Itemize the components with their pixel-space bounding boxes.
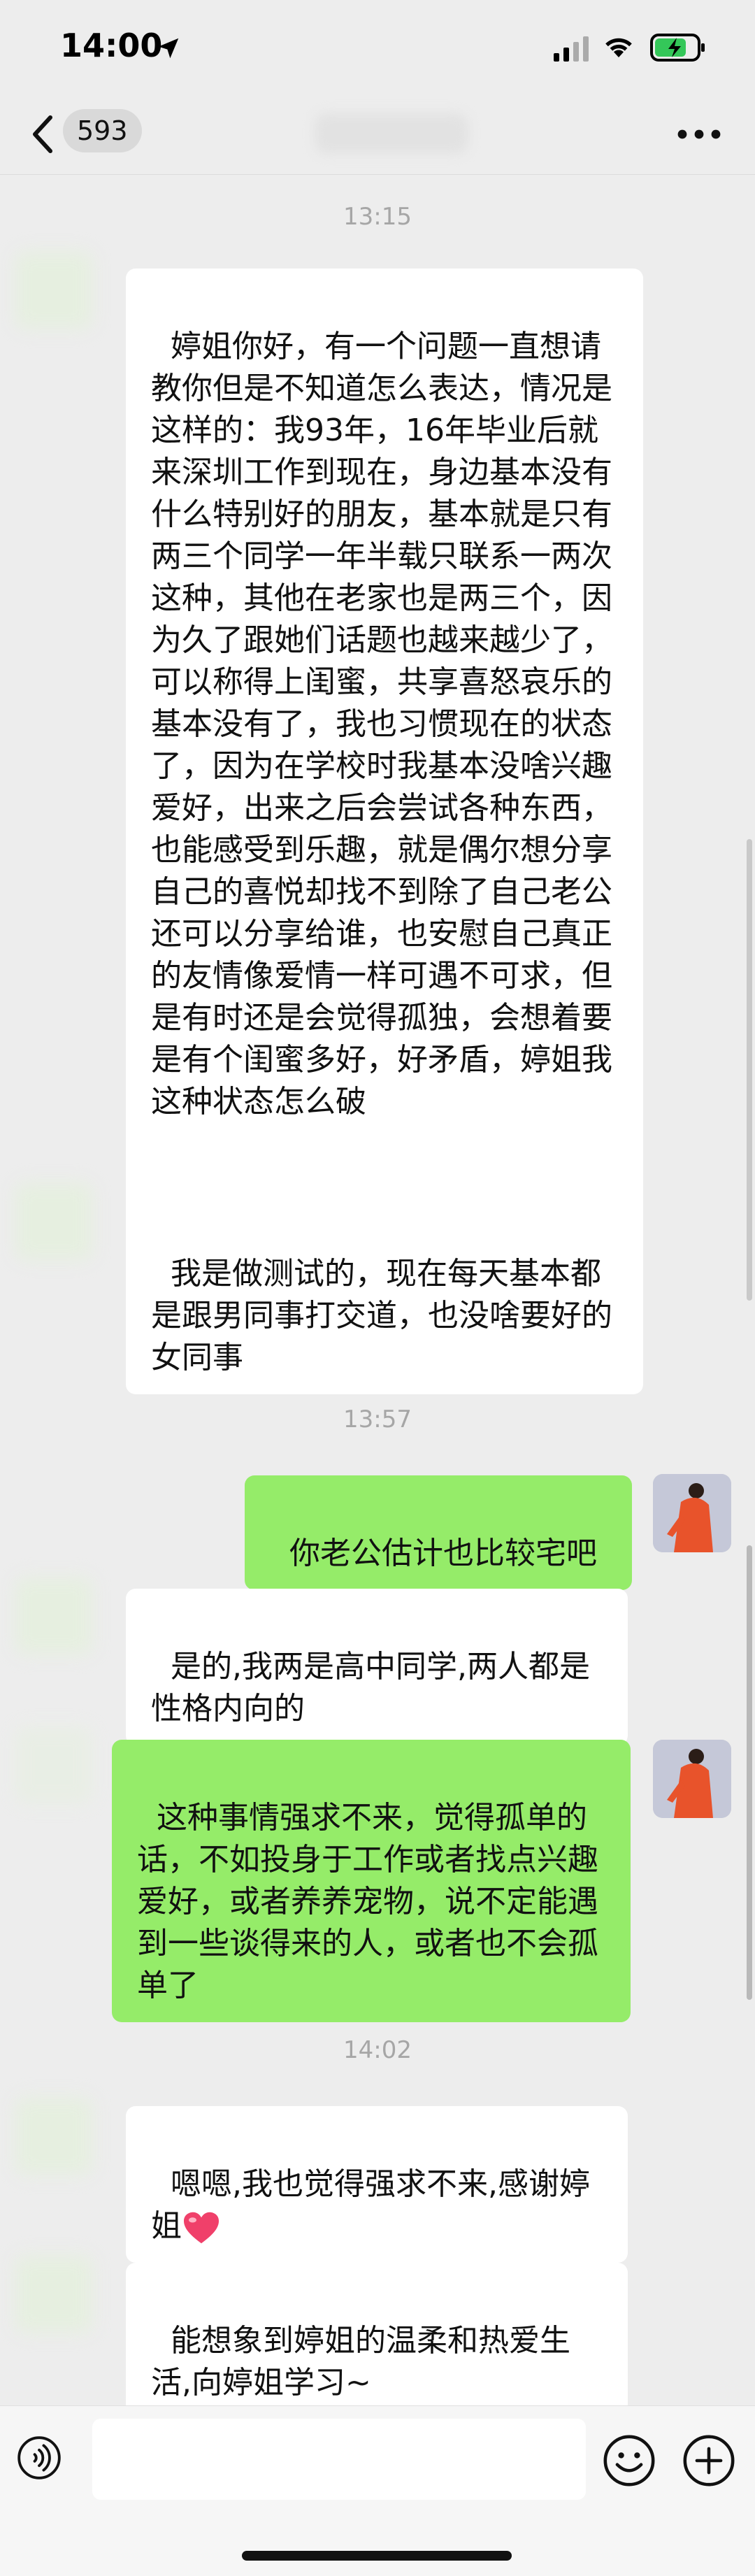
incoming-message-bubble[interactable]: 能想象到婷姐的温柔和热爱生活,向婷姐学习~ — [126, 2263, 628, 2419]
contact-avatar[interactable] — [15, 1577, 92, 1654]
timestamp: 14:02 — [343, 2036, 412, 2064]
incoming-message-bubble[interactable]: 是的,我两是高中同学,两人都是性格内向的 — [126, 1589, 628, 1745]
message-text: 我是做测试的，现在每天基本都是跟男同事打交道，也没啥要好的女同事 — [151, 1256, 612, 1375]
chat-nav-bar: 593 — [0, 98, 755, 175]
back-chevron-icon[interactable] — [29, 113, 55, 155]
contact-avatar[interactable] — [15, 252, 92, 329]
message-text: 是的,我两是高中同学,两人都是性格内向的 — [151, 1649, 590, 1726]
more-options-icon[interactable] — [677, 126, 721, 143]
cellular-signal-icon — [554, 36, 589, 62]
location-arrow-icon — [158, 38, 179, 59]
timestamp: 13:15 — [343, 203, 412, 231]
person-photo-icon — [653, 1740, 731, 1818]
message-text: 你老公估计也比较宅吧 — [289, 1536, 597, 1571]
heart-emoji-icon — [184, 2212, 219, 2244]
message-input[interactable] — [92, 2419, 586, 2500]
plus-more-icon[interactable] — [682, 2434, 735, 2487]
outgoing-message-bubble[interactable]: 你老公估计也比较宅吧 — [245, 1475, 632, 1590]
battery-charging-icon — [650, 34, 705, 62]
my-avatar[interactable] — [653, 1474, 731, 1552]
home-indicator — [242, 2551, 512, 2561]
contact-avatar[interactable] — [15, 2098, 92, 2175]
wifi-icon — [605, 38, 632, 57]
scrollbar-track-upper — [747, 839, 752, 1301]
unread-count-badge[interactable]: 593 — [63, 109, 142, 152]
my-avatar[interactable] — [653, 1740, 731, 1818]
timestamp: 13:57 — [343, 1405, 412, 1433]
incoming-message-bubble[interactable]: 婷姐你好，有一个问题一直想请教你但是不知道怎么表达，情况是这样的：我93年，16… — [126, 269, 643, 1353]
incoming-message-bubble[interactable]: 嗯嗯,我也觉得强求不来,感谢婷姐 — [126, 2106, 628, 2263]
contact-avatar-blurred — [15, 1727, 92, 1804]
message-text: 能想象到婷姐的温柔和热爱生活,向婷姐学习~ — [151, 2323, 570, 2400]
incoming-message-bubble[interactable]: 我是做测试的，现在每天基本都是跟男同事打交道，也没啥要好的女同事 — [126, 1196, 643, 1394]
voice-input-icon[interactable] — [17, 2435, 62, 2480]
message-text: 婷姐你好，有一个问题一直想请教你但是不知道怎么表达，情况是这样的：我93年，16… — [151, 329, 612, 1119]
person-photo-icon — [653, 1474, 731, 1552]
scrollbar-thumb[interactable] — [747, 1545, 752, 2000]
outgoing-message-bubble[interactable]: 这种事情强求不来，觉得孤单的话，不如投身于工作或者找点兴趣爱好，或者养养宠物，说… — [112, 1740, 631, 2022]
message-text: 这种事情强求不来，觉得孤单的话，不如投身于工作或者找点兴趣爱好，或者养养宠物，说… — [137, 1800, 598, 2003]
emoji-picker-icon[interactable] — [603, 2434, 656, 2487]
status-bar: 14:00 — [0, 0, 755, 98]
status-time: 14:00 — [60, 27, 163, 64]
contact-avatar[interactable] — [15, 1183, 92, 1260]
chat-title-blurred — [315, 113, 468, 154]
contact-avatar[interactable] — [15, 2256, 92, 2333]
